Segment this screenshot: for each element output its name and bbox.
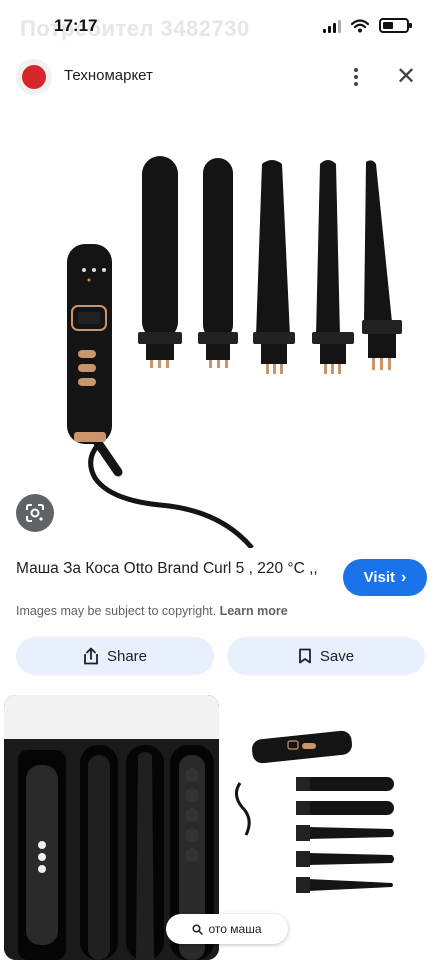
share-label: Share xyxy=(106,647,148,665)
status-bar: Потребител 3482730 17:17 xyxy=(0,0,443,54)
battery-icon xyxy=(379,18,412,33)
wifi-icon xyxy=(351,18,369,32)
curling-iron-set-illustration xyxy=(67,156,402,548)
visit-button[interactable]: Visit › xyxy=(343,559,427,596)
battery-level xyxy=(383,22,393,29)
bookmark-icon xyxy=(298,648,311,664)
lens-icon xyxy=(26,504,44,522)
cellular-signal-icon xyxy=(323,19,341,33)
result-title[interactable]: Маша За Коса Otto Brand Curl 5 , 220 °C … xyxy=(16,558,332,580)
site-logo[interactable] xyxy=(16,59,52,95)
learn-more-link[interactable]: Learn more xyxy=(220,604,288,618)
status-icons xyxy=(323,18,412,33)
copyright-text: Images may be subject to copyright. xyxy=(16,604,217,618)
google-lens-button[interactable] xyxy=(16,494,54,532)
bazar-watermark: BAZAR xyxy=(346,914,443,944)
site-logo-mark xyxy=(22,65,46,89)
status-time: 17:17 xyxy=(54,16,98,35)
search-pill[interactable]: ото маша xyxy=(166,914,288,944)
chevron-right-icon: › xyxy=(401,568,407,586)
source-header: Техномаркет ✕ xyxy=(0,54,443,100)
close-icon[interactable]: ✕ xyxy=(392,62,420,90)
product-image[interactable] xyxy=(0,100,443,548)
more-options-icon[interactable] xyxy=(346,64,366,90)
search-icon xyxy=(192,923,204,935)
save-label: Save xyxy=(319,647,355,665)
share-button[interactable]: Share xyxy=(16,637,214,675)
search-pill-label: ото маша xyxy=(208,922,262,936)
share-icon xyxy=(84,647,98,665)
site-name[interactable]: Техномаркет xyxy=(64,67,153,84)
visit-label: Visit xyxy=(363,569,396,586)
copyright-notice: Images may be subject to copyright. Lear… xyxy=(16,604,288,618)
save-button[interactable]: Save xyxy=(227,637,425,675)
